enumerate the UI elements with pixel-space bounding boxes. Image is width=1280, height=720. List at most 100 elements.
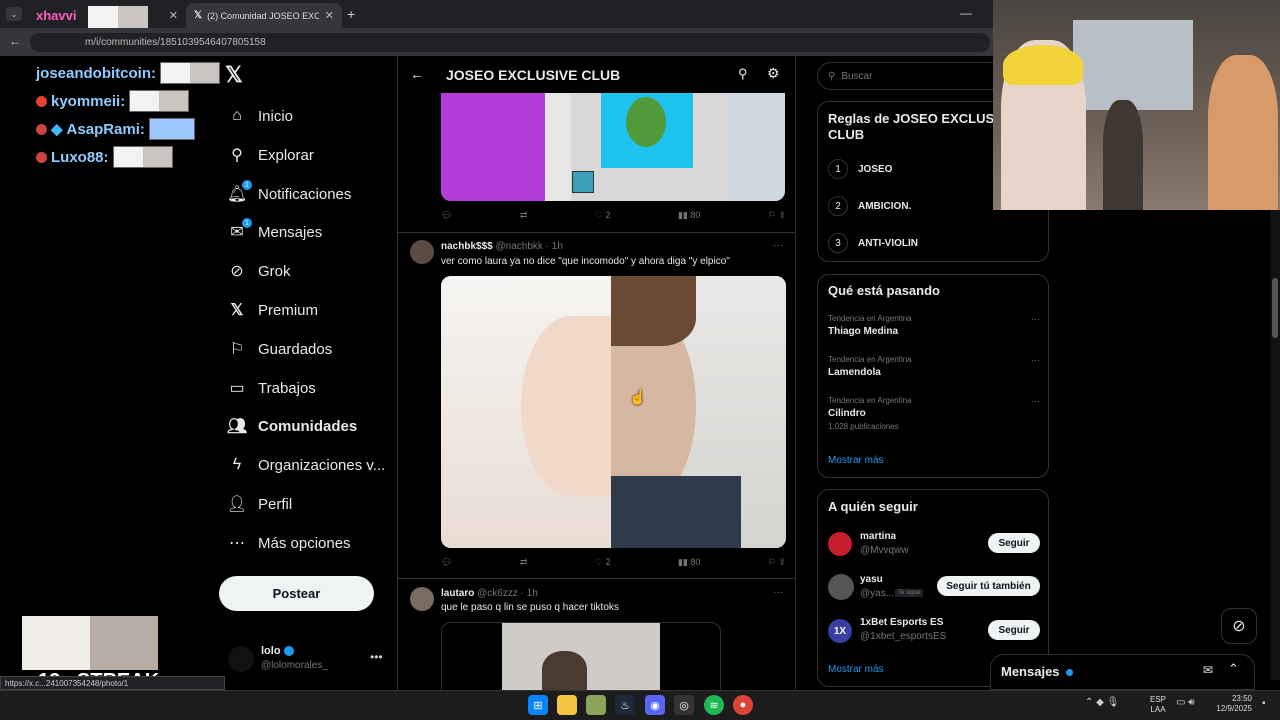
spotify-icon[interactable]: ≋ [704,695,724,715]
tweet-media-paint[interactable] [441,93,785,201]
settings-icon[interactable]: ⚙ [767,65,780,82]
clock[interactable]: 23:50 12/9/2025 [1212,694,1252,714]
x-premium-icon: 𝕏 [230,302,244,319]
profile-name[interactable]: lolo [261,645,294,657]
windows-start-icon[interactable]: ⊞ [528,695,548,715]
scrollbar-thumb[interactable] [1272,278,1278,338]
bell-icon: 🔔︎ 1 [227,180,252,203]
system-tray-icons[interactable]: ⌃ ◆ 🎙︎ [1085,697,1119,708]
post-button[interactable]: Postear [219,576,374,611]
avatar[interactable] [410,587,434,611]
address-bar[interactable]: m/i/communities/1851039546407805158 [30,33,990,52]
follow-button[interactable]: Seguir [988,620,1040,640]
tweet-media-baby[interactable] [441,276,786,548]
back-arrow-icon[interactable]: ← [410,66,424,82]
app-icon[interactable] [586,695,606,715]
rule-item[interactable]: 1 JOSEO [828,159,892,179]
like-button[interactable]: ♡ 2 [595,210,611,221]
close-icon[interactable]: ✕ [169,9,178,22]
views-button[interactable]: ▮▮ 80 [678,557,700,568]
profile-avatar[interactable] [228,646,254,672]
trend-more-icon[interactable]: ··· [1031,355,1040,365]
grok-floating-button[interactable]: ⊘ [1221,608,1257,644]
nav-label: Comunidades [258,417,358,435]
messages-drawer[interactable]: Mensajes ✉ ⌃ [990,654,1255,690]
follow-back-button[interactable]: Seguir tú también [937,576,1040,596]
chrome-icon[interactable]: ● [733,695,753,715]
show-more-link[interactable]: Mostrar más [828,664,884,675]
tweet-time[interactable]: · 1h [546,241,563,252]
trend-more-icon[interactable]: ··· [1031,396,1040,406]
x-home-logo[interactable]: 𝕏 [225,62,243,88]
views-button[interactable]: ▮▮ 80 [678,210,700,221]
nav-item-grok[interactable]: ⊘ Grok [228,259,290,283]
follow-name[interactable]: martina [860,531,896,542]
nav-item-trabajos[interactable]: ▭ Trabajos [228,376,315,400]
follow-avatar[interactable]: 1X [828,619,852,643]
trend-item[interactable]: Tendencia en Argentina Thiago Medina ··· [828,314,1040,337]
tweet-time[interactable]: · 1h [521,588,538,599]
nav-item-explorar[interactable]: ⚲ Explorar [228,143,314,167]
nav-label: Más opciones [258,534,351,552]
nav-item-notificaciones[interactable]: 🔔︎ 1 Notificaciones [227,180,351,206]
retweet-icon[interactable]: ⇄ [520,557,528,568]
nav-item-premium[interactable]: 𝕏 Premium [228,298,318,322]
follow-button[interactable]: Seguir [988,533,1040,553]
message-badge: 1 [242,218,252,228]
tweet-author[interactable]: nachbk$$$ [441,241,493,252]
tab-2[interactable]: 𝕏 (2) Comunidad JOSEO EXCLUSI ✕ [186,3,342,28]
nav-item-inicio[interactable]: ⌂ Inicio [228,104,293,128]
nav-item-comunidades[interactable]: 👥︎ Comunidades [227,414,358,438]
reply-icon[interactable]: 💬︎ [441,557,452,568]
bookmark-share-icons[interactable]: ⚐ ⇪ [768,210,786,221]
bookmark-share-icons[interactable]: ⚐ ⇪ [768,557,786,568]
divider [398,578,795,579]
show-more-link[interactable]: Mostrar más [828,455,884,466]
new-message-icon[interactable]: ✉ [1203,663,1213,677]
rule-item[interactable]: 2 AMBICION. [828,196,911,216]
trend-more-icon[interactable]: ··· [1031,314,1040,324]
search-input[interactable]: ⚲ Buscar [817,62,1017,90]
avatar[interactable] [410,240,434,264]
follow-avatar[interactable] [828,574,854,600]
obs-icon[interactable]: ◎ [674,695,694,715]
tweet-more-icon[interactable]: ··· [773,240,783,251]
tray-status-icons[interactable]: ▭ 🔊︎ [1176,697,1195,708]
discord-icon[interactable]: ◉ [645,695,665,715]
nav-item-mensajes[interactable]: ✉ 1 Mensajes [228,218,322,244]
nav-item-guardados[interactable]: ⚐ Guardados [228,337,332,361]
search-icon[interactable]: ⚲ [738,66,748,82]
back-icon[interactable]: ← [9,34,21,48]
nav-item-organizaciones[interactable]: ϟ Organizaciones v... [228,453,386,477]
tweet-handle[interactable]: @ck6zzz [477,588,518,599]
trend-item[interactable]: Tendencia en Argentina Lamendola ··· [828,355,1040,378]
follow-name[interactable]: 1xBet Esports ES [860,617,943,628]
tweet-actions: 💬︎ ⇄ ♡ 2 ▮▮ 80 ⚐ ⇪ [441,557,786,568]
tweet-more-icon[interactable]: ··· [773,587,783,598]
follow-avatar[interactable] [828,532,852,556]
new-tab-icon[interactable]: + [347,6,355,22]
nav-item-perfil[interactable]: 👤︎ Perfil [227,492,292,516]
tab-list-button[interactable]: ⌄ [6,7,22,21]
chat-username: Luxo88: [51,148,109,166]
retweet-icon[interactable]: ⇄ [520,210,528,221]
trend-item[interactable]: Tendencia en Argentina Cilindro 1.028 pu… [828,396,1040,431]
minimize-icon[interactable]: — [960,6,972,20]
like-button[interactable]: ♡ 2 [595,557,611,568]
notification-icon[interactable]: ▪ [1262,698,1266,709]
window-background [1073,20,1193,110]
rules-title: Reglas de JOSEO EXCLUS CLUB [828,111,995,142]
tweet-handle[interactable]: @nachbkk [495,241,542,252]
reply-icon[interactable]: 💬︎ [441,210,452,221]
language-indicator[interactable]: ESP LAA [1150,695,1166,715]
tweet-author[interactable]: lautaro [441,588,474,599]
account-more-icon[interactable]: ••• [370,650,383,664]
close-icon[interactable]: ✕ [325,9,334,22]
file-explorer-icon[interactable] [557,695,577,715]
steam-icon[interactable]: ♨ [615,695,635,715]
tweet-media-video[interactable] [441,622,721,690]
rule-item[interactable]: 3 ANTI-VIOLIN [828,233,918,253]
nav-item-mas-opciones[interactable]: ⋯ Más opciones [228,531,351,555]
expand-up-icon[interactable]: ⌃ [1228,661,1239,677]
follow-name[interactable]: yasu [860,574,883,585]
